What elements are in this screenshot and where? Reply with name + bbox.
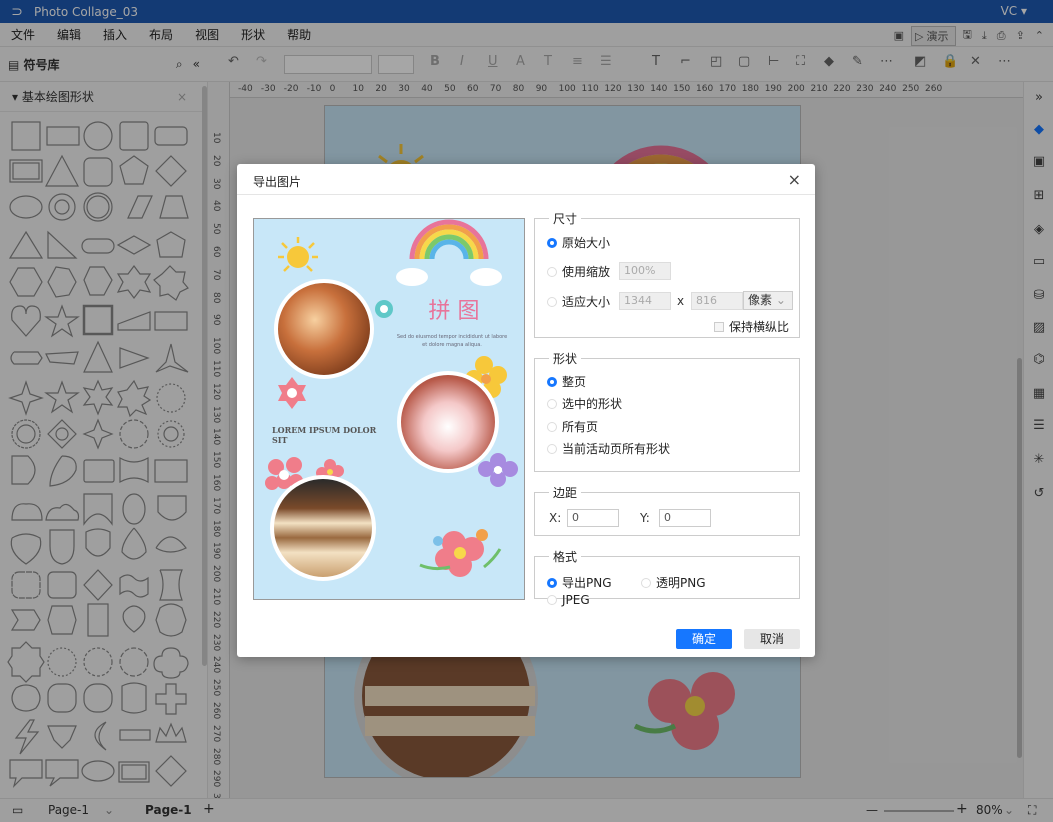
width-input[interactable]: 1344 [619, 292, 671, 310]
margin-x-label: X: [549, 511, 562, 525]
option-selected-shapes[interactable]: 选中的形状 [547, 395, 622, 412]
preview-heading: 拼 图 [428, 299, 480, 324]
label-all-pages: 所有页 [562, 420, 599, 434]
radio-export-png[interactable] [547, 577, 557, 588]
dialog-divider [237, 194, 815, 195]
preview-caption: LOREM IPSUM DOLOR SIT [272, 425, 377, 445]
option-export-png[interactable]: 导出PNG [547, 574, 612, 591]
photo-tiramisu [270, 475, 376, 581]
format-legend: 格式 [553, 550, 578, 564]
label-selected-shapes: 选中的形状 [562, 397, 623, 411]
unit-select[interactable]: 像素 ⌄ [743, 291, 793, 310]
margin-y-input[interactable]: 0 [659, 509, 711, 527]
margin-legend: 边距 [553, 486, 578, 500]
keep-ratio-label: 保持横纵比 [729, 320, 790, 334]
cancel-button[interactable]: 取消 [744, 629, 800, 649]
option-jpeg[interactable]: JPEG [547, 593, 590, 607]
label-current-page-shapes: 当前活动页所有形状 [562, 442, 671, 456]
option-whole-page[interactable]: 整页 [547, 373, 586, 390]
option-all-pages[interactable]: 所有页 [547, 418, 598, 435]
dialog-title: 导出图片 [253, 175, 302, 189]
height-input[interactable]: 816 [691, 292, 743, 310]
close-icon[interactable]: × [788, 170, 801, 189]
radio-whole-page[interactable] [547, 376, 557, 387]
unit-label: 像素 [748, 293, 773, 307]
radio-transparent-png[interactable] [641, 577, 651, 588]
option-current-page-shapes[interactable]: 当前活动页所有形状 [547, 440, 670, 457]
label-jpeg: JPEG [562, 593, 590, 607]
photo-dessert [397, 371, 499, 473]
preview-body-text: Sed do eiusmod tempor incididunt ut labo… [396, 334, 508, 348]
label-fit-size: 适应大小 [562, 295, 611, 309]
option-fit-size[interactable]: 适应大小 [547, 293, 610, 310]
shape-legend: 形状 [553, 352, 578, 366]
radio-jpeg[interactable] [547, 595, 557, 605]
radio-original-size[interactable] [547, 237, 557, 248]
keep-ratio-option[interactable]: 保持横纵比 [714, 318, 789, 335]
margin-y-label: Y: [640, 511, 650, 525]
label-transparent-png: 透明PNG [656, 576, 706, 590]
margin-x-input[interactable]: 0 [567, 509, 619, 527]
export-image-dialog: 导出图片 × 拼 图 Sed do eiusmod tempor incidid… [237, 164, 815, 657]
radio-all-pages[interactable] [547, 421, 557, 432]
keep-ratio-checkbox[interactable] [714, 321, 724, 332]
export-preview: 拼 图 Sed do eiusmod tempor incididunt ut … [253, 218, 525, 600]
label-export-png: 导出PNG [562, 576, 612, 590]
photo-pastries [274, 279, 374, 379]
times-label: x [677, 294, 685, 308]
option-use-scale[interactable]: 使用缩放 [547, 263, 610, 280]
radio-use-scale[interactable] [547, 266, 557, 277]
label-original-size: 原始大小 [562, 236, 611, 250]
label-whole-page: 整页 [562, 375, 587, 389]
unit-chevron-icon: ⌄ [775, 293, 786, 307]
option-transparent-png[interactable]: 透明PNG [641, 574, 706, 591]
option-original-size[interactable]: 原始大小 [547, 234, 610, 251]
radio-selected-shapes[interactable] [547, 398, 557, 409]
radio-current-page-shapes[interactable] [547, 443, 557, 454]
label-use-scale: 使用缩放 [562, 265, 611, 279]
radio-fit-size[interactable] [547, 296, 557, 307]
confirm-button[interactable]: 确定 [676, 629, 732, 649]
size-legend: 尺寸 [553, 212, 578, 226]
scale-input[interactable]: 100% [619, 262, 671, 280]
